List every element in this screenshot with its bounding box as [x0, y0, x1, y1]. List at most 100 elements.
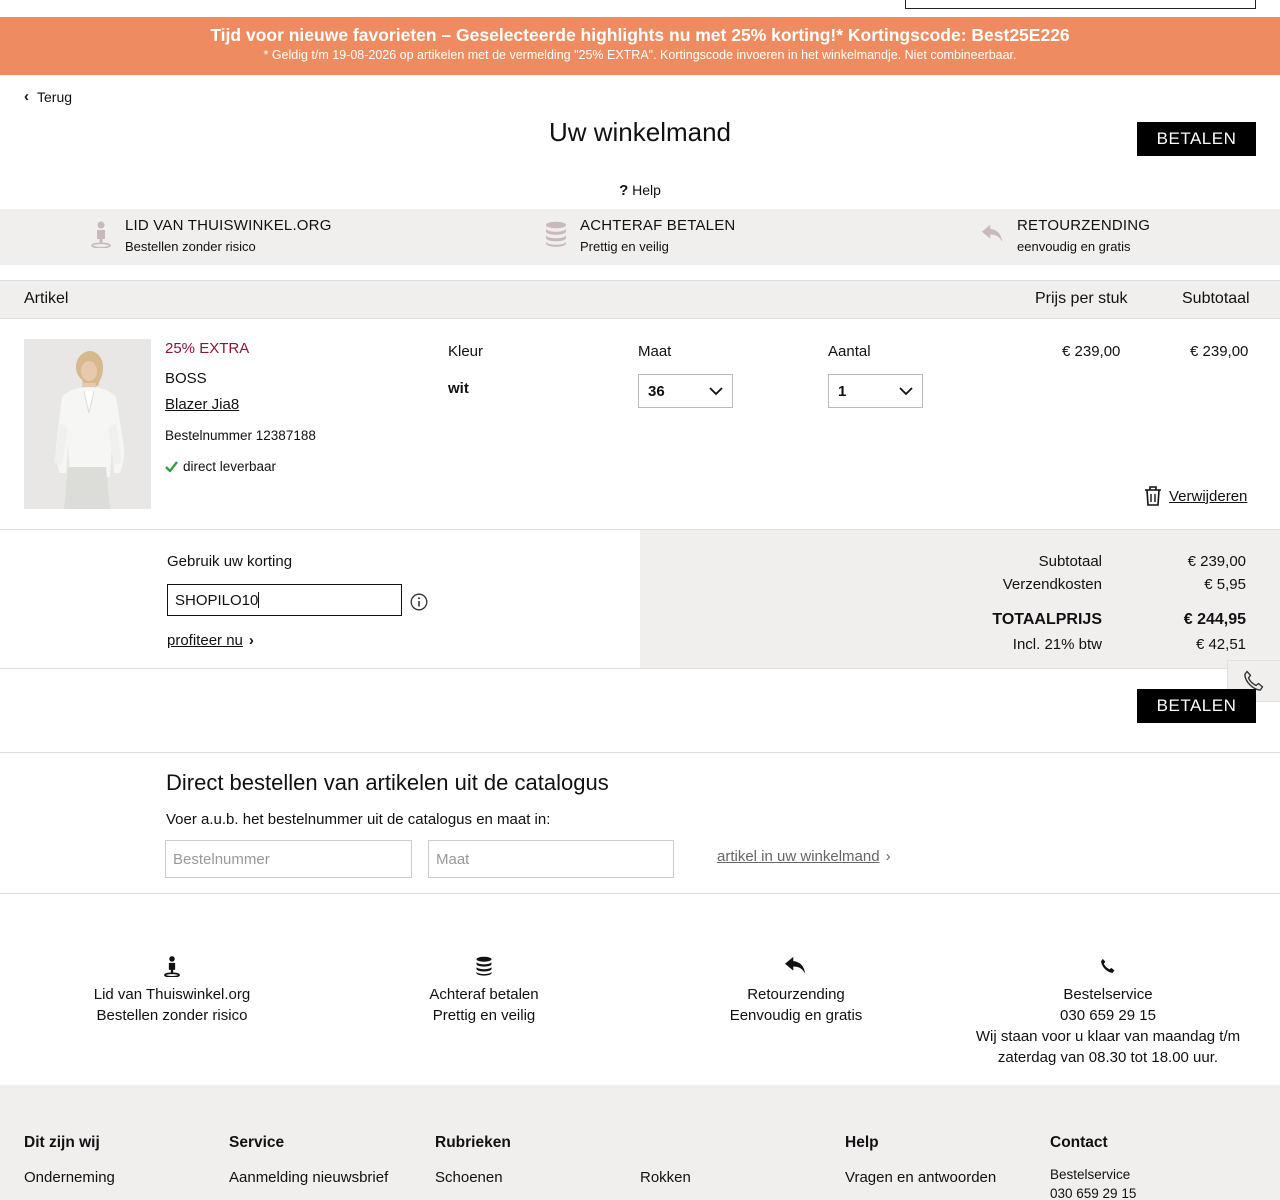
quantity-select-value: 1	[838, 382, 847, 400]
back-label: Terug	[37, 88, 73, 105]
color-value: wit	[448, 380, 469, 397]
footer-heading: Help	[845, 1134, 879, 1151]
subtotal-label: Subtotaal	[1038, 553, 1102, 570]
divider	[0, 752, 1280, 753]
usp-title: RETOURZENDING	[1017, 217, 1151, 234]
profit-now-link[interactable]: profiteer nu ›	[167, 632, 254, 649]
footer-heading: Dit zijn wij	[24, 1134, 100, 1151]
promo-banner: Tijd voor nieuwe favorieten – Geselectee…	[0, 17, 1280, 75]
product-image[interactable]	[24, 339, 151, 509]
service-line: Bestelservice	[1063, 986, 1153, 1003]
shipping-label: Verzendkosten	[1002, 576, 1102, 593]
service-line: Eenvoudig en gratis	[729, 1007, 863, 1024]
footer-link[interactable]: Aanmelding nieuwsbrief	[229, 1169, 388, 1186]
usp-title: ACHTERAF BETALEN	[580, 217, 736, 234]
usp-subtitle: Bestellen zonder risico	[125, 239, 256, 254]
product-order-number: Bestelnummer 12387188	[165, 428, 316, 443]
promo-headline: Tijd voor nieuwe favorieten – Geselectee…	[210, 25, 1070, 45]
subtotal-value: € 239,00	[1187, 553, 1246, 570]
chevron-right-icon: ›	[248, 632, 254, 649]
service-line: Bestellen zonder risico	[96, 1007, 248, 1024]
info-icon[interactable]	[410, 593, 428, 615]
service-line: Achteraf betalen	[429, 986, 539, 1003]
col-subtotal: Subtotaal	[1182, 290, 1250, 307]
shipping-value: € 5,95	[1204, 576, 1246, 593]
header-search-box[interactable]	[905, 0, 1256, 9]
service-returns: Retourzending Eenvoudig en gratis	[696, 954, 896, 1026]
return-arrow-icon	[696, 954, 896, 978]
divider	[0, 893, 1280, 894]
item-subtotal: € 239,00	[1190, 343, 1249, 360]
footer-link[interactable]: Vragen en antwoorden	[845, 1169, 996, 1186]
quantity-label: Aantal	[828, 343, 871, 360]
size-label: Maat	[638, 343, 672, 360]
catalog-size-input[interactable]: Maat	[428, 840, 674, 878]
back-link[interactable]: ‹ Terug	[24, 88, 72, 105]
quantity-select[interactable]: 1	[828, 374, 923, 408]
size-select[interactable]: 36	[638, 374, 733, 408]
footer-col-about: Dit zijn wij Onderneming	[24, 1134, 115, 1186]
pay-button-bottom[interactable]: BETALEN	[1137, 689, 1256, 723]
usp-payment: ACHTERAF BETALEN Prettig en veilig	[544, 216, 735, 256]
add-to-cart-link[interactable]: artikel in uw winkelmand ›	[717, 848, 891, 865]
item-unit-price: € 239,00	[1062, 343, 1121, 360]
vat-value: € 42,51	[1195, 636, 1246, 653]
footer-link[interactable]: Schoenen	[435, 1169, 511, 1186]
coupon-input-value: SHOPILO10	[175, 591, 259, 609]
phone-icon	[958, 954, 1258, 978]
service-thuiswinkel: Lid van Thuiswinkel.org Bestellen zonder…	[72, 954, 272, 1026]
totals-panel	[640, 530, 1280, 668]
coin-stack-icon	[384, 954, 584, 978]
service-line: Prettig en veilig	[432, 1007, 536, 1024]
return-arrow-icon	[981, 219, 1005, 249]
service-line: Retourzending	[747, 986, 845, 1003]
map-pin-person-icon	[89, 219, 113, 249]
size-select-value: 36	[648, 382, 665, 400]
text-cursor	[258, 592, 260, 608]
chevron-left-icon: ‹	[24, 88, 29, 105]
page-title: Uw winkelmand	[548, 117, 732, 147]
remove-item-button[interactable]: Verwijderen	[1143, 485, 1247, 507]
footer-col-categories-2: Rokken	[640, 1169, 691, 1186]
chevron-down-icon	[709, 386, 723, 395]
usp-bar: LID VAN THUISWINKEL.ORG Bestellen zonder…	[0, 209, 1280, 265]
footer-col-contact: Contact Bestelservice 030 659 29 15	[1050, 1134, 1136, 1200]
pay-button-top[interactable]: BETALEN	[1137, 122, 1256, 156]
service-line: zaterdag van 08.30 tot 18.00 uur.	[997, 1049, 1219, 1066]
coin-stack-icon	[544, 219, 568, 249]
service-phone-number[interactable]: 030 659 29 15	[958, 1005, 1258, 1026]
footer-heading: Service	[229, 1134, 285, 1151]
footer-link[interactable]: Rokken	[640, 1169, 691, 1186]
footer-col-categories: Rubrieken Schoenen	[435, 1134, 511, 1186]
chevron-down-icon	[899, 386, 913, 395]
footer-contact-phone[interactable]: 030 659 29 15	[1050, 1186, 1136, 1200]
footer-heading: Rubrieken	[435, 1134, 511, 1151]
promo-conditions: * Geldig t/m 19-08-2026 op artikelen met…	[263, 48, 1017, 62]
trash-icon	[1145, 486, 1161, 506]
service-line: Lid van Thuiswinkel.org	[93, 986, 251, 1003]
col-article: Artikel	[24, 290, 69, 307]
question-mark-icon: ?	[619, 182, 629, 199]
service-line: Wij staan voor u klaar van maandag t/m	[975, 1028, 1241, 1045]
map-pin-person-icon	[72, 954, 272, 978]
remove-label: Verwijderen	[1169, 487, 1248, 505]
catalog-order-number-input[interactable]: Bestelnummer	[165, 840, 412, 878]
service-order-phone: Bestelservice 030 659 29 15 Wij staan vo…	[958, 954, 1258, 1068]
footer-heading: Contact	[1050, 1134, 1108, 1151]
help-label: Help	[632, 182, 661, 198]
footer-contact-label: Bestelservice	[1050, 1167, 1131, 1182]
usp-title: LID VAN THUISWINKEL.ORG	[125, 217, 332, 234]
coupon-input[interactable]: SHOPILO10	[167, 584, 402, 616]
product-name-link[interactable]: Blazer Jia8	[165, 396, 239, 413]
product-promo-badge: 25% EXTRA	[165, 340, 250, 357]
availability-label: direct leverbaar	[183, 459, 277, 474]
footer-link[interactable]: Onderneming	[24, 1169, 115, 1186]
cart-table-header: Artikel Prijs per stuk Subtotaal	[0, 280, 1280, 319]
total-label: TOTAALPRIJS	[992, 611, 1102, 628]
usp-thuiswinkel: LID VAN THUISWINKEL.ORG Bestellen zonder…	[89, 216, 332, 256]
help-link[interactable]: ? Help	[0, 182, 1280, 199]
usp-returns: RETOURZENDING eenvoudig en gratis	[981, 216, 1150, 256]
vat-label: Incl. 21% btw	[1012, 636, 1102, 653]
profit-now-label: profiteer nu	[167, 632, 243, 649]
footer: Dit zijn wij Onderneming Service Aanmeld…	[0, 1085, 1280, 1200]
